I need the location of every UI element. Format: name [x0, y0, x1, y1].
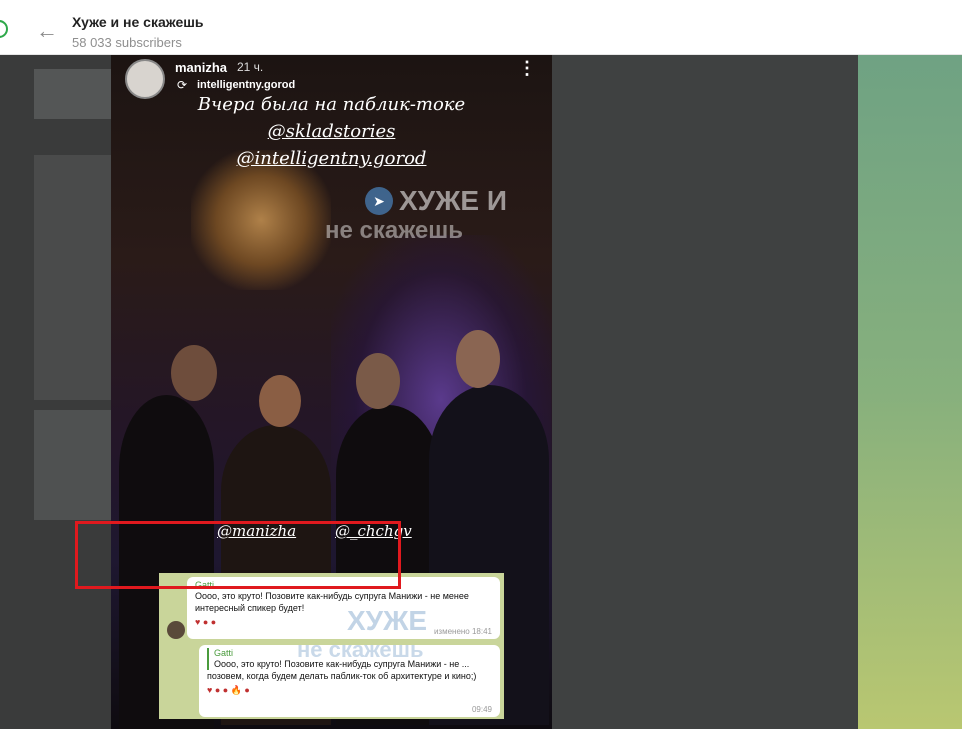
person-2-head [259, 375, 301, 427]
watermark-line2: не скажешь [325, 217, 464, 244]
story-image[interactable]: manizha 21 ч. ⟳ intelligentny.gorod ⋮ Вч… [111, 55, 552, 729]
person-4-head [456, 330, 500, 388]
chat-background-pattern [858, 55, 962, 729]
person-3-head [356, 353, 400, 409]
red-highlight-box [75, 521, 401, 589]
message-reactions: ♥ ● ● 🔥 ● [207, 685, 250, 695]
repost-icon: ⟳ [177, 78, 188, 92]
more-options-icon[interactable]: ⋮ [518, 59, 536, 77]
chat-screenshot: Gatti Оооо, это круто! Позовите как-нибу… [159, 573, 504, 719]
message-reactions: ♥ ● ● [195, 617, 217, 627]
avatar [167, 621, 185, 639]
telegram-icon: ➤ [365, 187, 393, 215]
back-button[interactable]: ← [36, 20, 58, 42]
story-author[interactable]: manizha [175, 60, 227, 75]
channel-title[interactable]: Хуже и не скажешь [72, 14, 204, 30]
avatar[interactable] [125, 59, 165, 99]
story-tag-1: @skladstories [267, 121, 396, 142]
watermark-line1: ХУЖЕ И [399, 185, 507, 216]
message-time: 09:49 [471, 705, 492, 714]
watermark-line1: ХУЖЕ [347, 605, 428, 636]
message-text: Оооо, это круто! Позовите как-нибудь суп… [195, 591, 469, 613]
marquee-lights [191, 150, 331, 290]
background-post-dimmed [0, 55, 111, 729]
message-time: изменено 18:41 [433, 627, 492, 636]
watermark-line2: не скажешь [297, 637, 424, 662]
story-tag-2: @intelligentny.gorod [236, 148, 427, 169]
person-1-head [171, 345, 217, 401]
channel-header: ← Хуже и не скажешь 58 033 subscribers [0, 0, 962, 55]
story-time: 21 ч. [237, 60, 264, 74]
app-logo-icon [0, 20, 8, 38]
message-text: позовем, когда будем делать паблик-ток о… [207, 671, 477, 681]
story-caption: Вчера была на паблик-токе [197, 94, 466, 115]
repost-source[interactable]: intelligentny.gorod [197, 79, 295, 91]
subscriber-count: 58 033 subscribers [72, 35, 182, 50]
